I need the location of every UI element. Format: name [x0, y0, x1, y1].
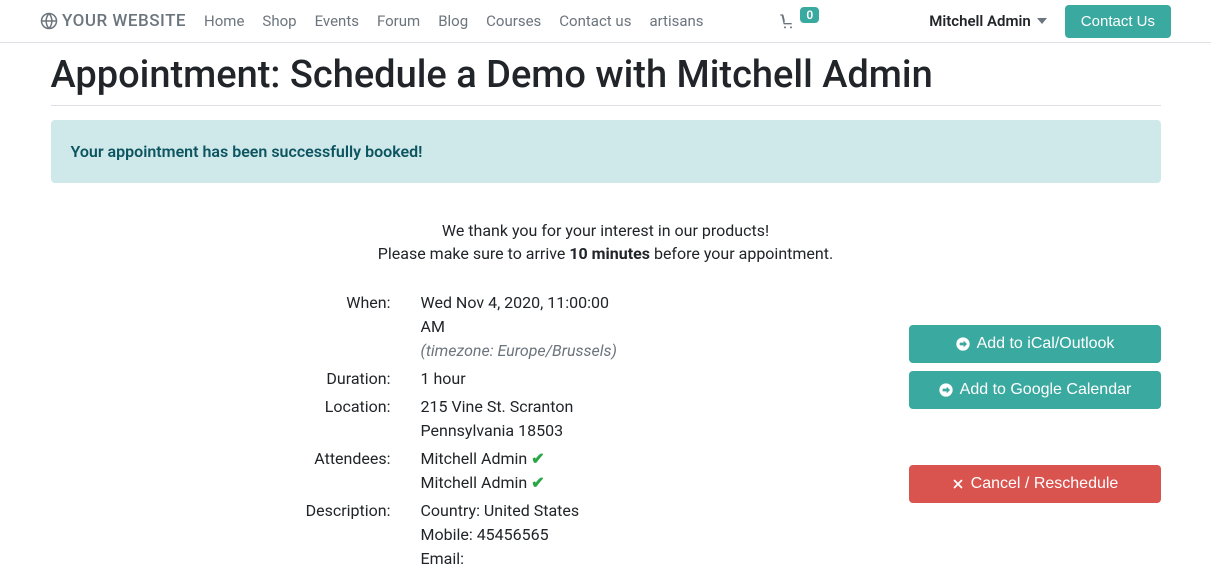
caret-down-icon	[1037, 18, 1047, 24]
attendee-row: Mitchell Admin✔	[421, 447, 631, 471]
globe-icon	[40, 12, 58, 30]
thank-you-block: We thank you for your interest in our pr…	[51, 221, 1161, 263]
success-alert: Your appointment has been successfully b…	[51, 120, 1161, 183]
value-location: 215 Vine St. Scranton Pennsylvania 18503	[421, 395, 631, 443]
nav-blog[interactable]: Blog	[438, 12, 468, 30]
action-panel: Add to iCal/Outlook Add to Google Calend…	[714, 291, 1161, 575]
arrow-right-icon	[955, 336, 971, 352]
user-menu[interactable]: Mitchell Admin	[929, 12, 1047, 30]
cancel-reschedule-button[interactable]: Cancel / Reschedule	[909, 465, 1161, 503]
logo-text: YOUR WEBSITE	[62, 11, 186, 31]
appointment-details: When: Wed Nov 4, 2020, 11:00:00 AM (time…	[51, 291, 714, 575]
contact-us-button[interactable]: Contact Us	[1065, 5, 1171, 38]
add-google-calendar-button[interactable]: Add to Google Calendar	[909, 371, 1161, 409]
value-attendees: Mitchell Admin✔ Mitchell Admin✔	[421, 447, 631, 495]
nav-shop[interactable]: Shop	[262, 12, 296, 30]
cart-count-badge: 0	[800, 7, 819, 23]
nav-events[interactable]: Events	[315, 12, 359, 30]
nav-forum[interactable]: Forum	[377, 12, 420, 30]
thanks-line-2: Please make sure to arrive 10 minutes be…	[51, 244, 1161, 263]
user-name: Mitchell Admin	[929, 12, 1031, 30]
page-title: Appointment: Schedule a Demo with Mitche…	[51, 53, 1161, 106]
label-location: Location:	[51, 395, 421, 443]
thanks-line-1: We thank you for your interest in our pr…	[51, 221, 1161, 240]
label-description: Description:	[51, 499, 421, 571]
add-ical-button[interactable]: Add to iCal/Outlook	[909, 325, 1161, 363]
cart-icon	[778, 13, 796, 29]
label-when: When:	[51, 291, 421, 363]
page-container: Appointment: Schedule a Demo with Mitche…	[51, 53, 1161, 575]
appointment-body: When: Wed Nov 4, 2020, 11:00:00 AM (time…	[51, 291, 1161, 575]
main-nav: Home Shop Events Forum Blog Courses Cont…	[204, 12, 704, 30]
close-icon	[951, 477, 965, 491]
check-icon: ✔	[531, 449, 544, 468]
cart-button[interactable]: 0	[778, 13, 819, 29]
arrow-right-icon	[938, 382, 954, 398]
nav-artisans[interactable]: artisans	[649, 12, 703, 30]
check-icon: ✔	[531, 473, 544, 492]
nav-contact[interactable]: Contact us	[559, 12, 631, 30]
nav-home[interactable]: Home	[204, 12, 244, 30]
value-description: Country: United States Mobile: 45456565 …	[421, 499, 631, 571]
top-navbar: YOUR WEBSITE Home Shop Events Forum Blog…	[0, 0, 1211, 43]
value-duration: 1 hour	[421, 367, 631, 391]
label-attendees: Attendees:	[51, 447, 421, 495]
label-duration: Duration:	[51, 367, 421, 391]
attendee-row: Mitchell Admin✔	[421, 471, 631, 495]
nav-courses[interactable]: Courses	[486, 12, 541, 30]
site-logo[interactable]: YOUR WEBSITE	[40, 11, 186, 31]
value-when: Wed Nov 4, 2020, 11:00:00 AM (timezone: …	[421, 291, 631, 363]
